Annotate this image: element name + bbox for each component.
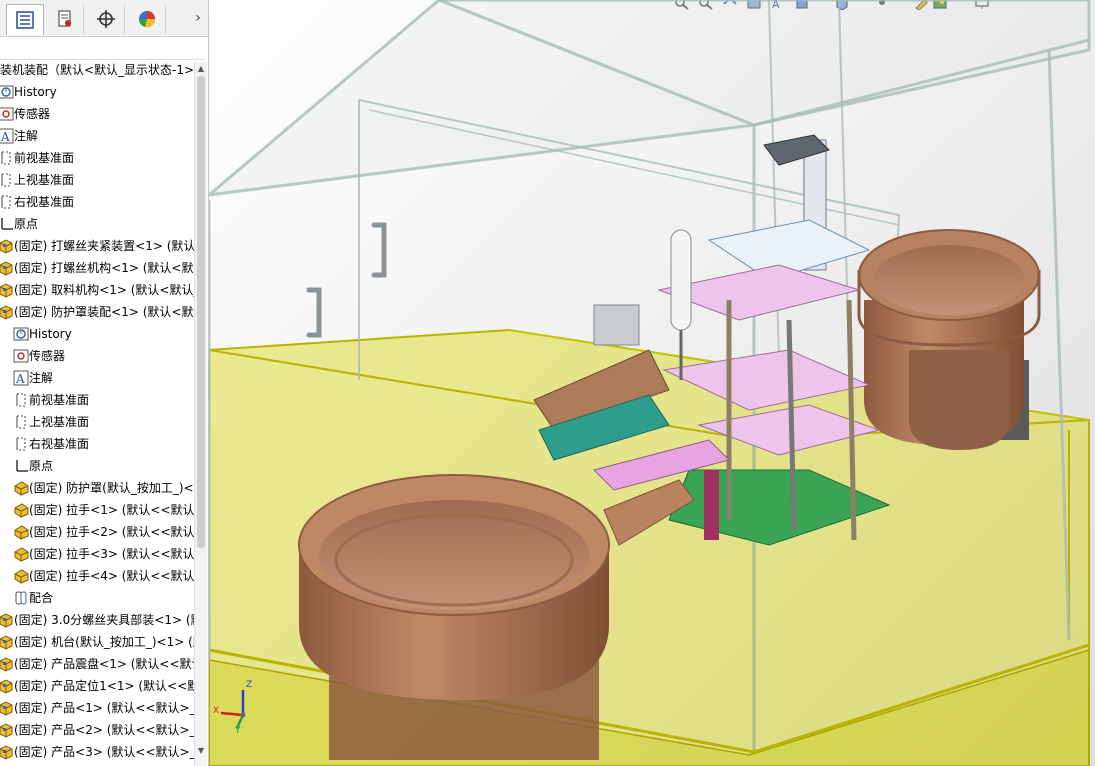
assembly-icon xyxy=(0,722,14,738)
triad-z-label: Z xyxy=(246,680,253,690)
tree-scrollbar[interactable]: ▲ ▼ xyxy=(194,62,207,766)
tree-item-label: 原点 xyxy=(14,217,39,231)
annotation-icon: A xyxy=(13,370,29,386)
assembly-icon xyxy=(0,634,14,650)
tree-item-label: 右视基准面 xyxy=(14,195,75,209)
tree-item-label: History xyxy=(14,85,57,99)
part-icon xyxy=(13,480,29,496)
tree-filter-field[interactable] xyxy=(0,37,205,60)
tree-item-label: (固定) 机台(默认_按加工_)<1> (默 xyxy=(14,635,196,649)
annotation-icon: A xyxy=(0,128,14,144)
assembly-icon xyxy=(0,282,14,298)
tree-item-label: 传感器 xyxy=(14,107,51,121)
config-crosshair-icon xyxy=(97,10,115,28)
tree-item-label: 原点 xyxy=(29,459,54,473)
history-icon xyxy=(13,326,29,342)
graphics-viewport[interactable]: A Z X Y xyxy=(209,0,1095,766)
model-graphics xyxy=(209,0,1091,766)
tree-item-label: (固定) 拉手<3> (默认<<默认 xyxy=(29,547,195,561)
property-manager-icon xyxy=(58,10,71,27)
svg-text:A: A xyxy=(0,130,10,144)
tab-overflow-arrow[interactable]: › xyxy=(190,8,206,28)
assembly-icon xyxy=(0,612,14,628)
assembly-icon xyxy=(0,678,14,694)
plane-icon xyxy=(0,194,14,210)
tree-item-label: (固定) 产品震盘<1> (默认<<默认 xyxy=(14,657,196,671)
tree-item-label: (固定) 打螺丝机构<1> (默认<默认 xyxy=(14,261,196,275)
sensor-icon xyxy=(0,106,14,122)
tree-item-label: 前视基准面 xyxy=(14,151,75,165)
assembly-icon xyxy=(0,260,14,276)
scroll-down-arrow[interactable]: ▼ xyxy=(195,744,207,758)
feature-tree: 装机装配（默认<默认_显示状态-1>） History 传感器 A 注解 前视基准面 上视… xyxy=(0,59,196,766)
origin-icon xyxy=(0,216,14,232)
tree-item-label: (固定) 产品<2> (默认<<默认>_显 xyxy=(14,723,196,737)
tab-appearances[interactable] xyxy=(129,4,166,34)
tree-item-label: History xyxy=(29,327,72,341)
tab-featuremanager[interactable] xyxy=(6,4,44,35)
assembly-icon xyxy=(0,744,14,760)
part-icon xyxy=(13,546,29,562)
tree-item-label: (固定) 拉手<2> (默认<<默认 xyxy=(29,525,195,539)
sensor-icon xyxy=(13,348,29,364)
tree-item-label: 配合 xyxy=(29,591,54,605)
history-icon xyxy=(0,84,14,100)
featuremanager-panel: › 装机装配（默认<默认_显示状态-1>） History 传感器 A 注解 前视基准面… xyxy=(0,0,209,766)
plane-icon xyxy=(13,436,29,452)
svg-text:A: A xyxy=(15,372,25,386)
tree-item-label: (固定) 取料机构<1> (默认<默认_ xyxy=(14,283,196,297)
triad-y-label: Y xyxy=(235,726,241,736)
tree-item-label: 注解 xyxy=(14,129,39,143)
part-icon xyxy=(13,568,29,584)
tree-item-label: 上视基准面 xyxy=(14,173,75,187)
plane-icon xyxy=(0,150,14,166)
tree-root-label: 装机装配（默认<默认_显示状态-1>） xyxy=(0,63,196,77)
tab-propertymanager[interactable] xyxy=(47,4,84,34)
tree-item-label: 传感器 xyxy=(29,349,66,363)
tree-item-label: (固定) 拉手<4> (默认<<默认 xyxy=(29,569,195,583)
tree-item-label: (固定) 产品<3> (默认<<默认>_显 xyxy=(14,745,196,759)
assembly-icon xyxy=(0,700,14,716)
tree-item-label: (固定) 产品<1> (默认<<默认>_显 xyxy=(14,701,196,715)
tree-item-label: (固定) 产品定位1<1> (默认<<默 xyxy=(14,679,196,693)
tree-item-label: (固定) 打螺丝夹紧装置<1> (默认 xyxy=(14,239,196,253)
appearance-pie-icon xyxy=(138,11,156,28)
tree-item-label: 上视基准面 xyxy=(29,415,90,429)
origin-icon xyxy=(13,458,29,474)
plane-icon xyxy=(13,392,29,408)
tree-item-label: (固定) 3.0分螺丝夹具部装<1> (默 xyxy=(14,613,196,627)
tree-item-label: (固定) 防护罩装配<1> (默认<默认 xyxy=(14,305,196,319)
tree-item-label: 右视基准面 xyxy=(29,437,90,451)
manager-tab-bar: › xyxy=(0,0,208,37)
assembly-icon xyxy=(0,304,14,320)
scroll-thumb[interactable] xyxy=(197,76,205,548)
assembly-icon xyxy=(0,656,14,672)
tree-item-label: 前视基准面 xyxy=(29,393,90,407)
tab-configurationmanager[interactable] xyxy=(88,4,125,34)
plane-icon xyxy=(13,414,29,430)
feature-tree-icon xyxy=(16,11,34,29)
tree-item-label: (固定) 拉手<1> (默认<<默认 xyxy=(29,503,195,517)
tree-item-label: 注解 xyxy=(29,371,54,385)
part-icon xyxy=(13,524,29,540)
triad-x-label: X xyxy=(213,706,220,716)
plane-icon xyxy=(0,172,14,188)
part-icon xyxy=(13,502,29,518)
scroll-up-arrow[interactable]: ▲ xyxy=(195,62,207,76)
reference-triad: Z X Y xyxy=(213,680,263,740)
tree-item-label: (固定) 防护罩(默认_按加工_)< xyxy=(29,481,194,495)
door-handles xyxy=(306,222,387,338)
right-vibratory-bowl xyxy=(857,229,1041,450)
assembly-icon xyxy=(0,238,14,254)
mates-icon xyxy=(13,590,29,606)
